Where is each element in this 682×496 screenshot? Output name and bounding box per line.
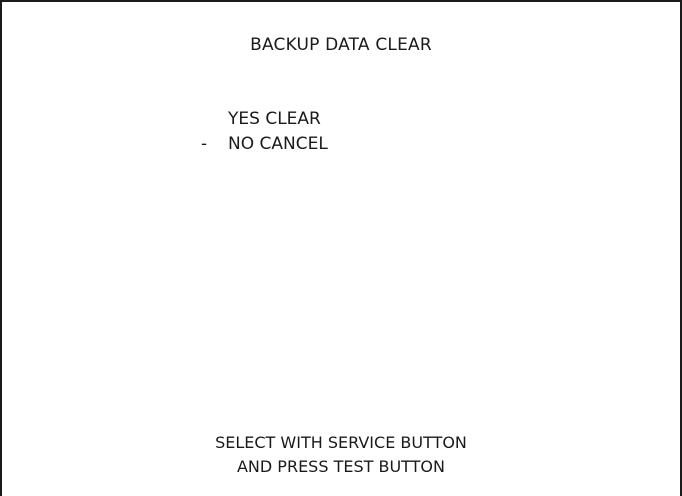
instruction-line: SELECT WITH SERVICE BUTTON (215, 433, 467, 452)
menu-option-no-cancel[interactable]: - NO CANCEL (201, 133, 328, 155)
service-menu-screen: BACKUP DATA CLEAR YES CLEAR - NO CANCEL S… (0, 0, 682, 496)
page-title: BACKUP DATA CLEAR (250, 35, 432, 55)
selection-cursor: - (201, 134, 208, 154)
menu-option-label: NO CANCEL (228, 134, 328, 154)
menu-option-label: YES CLEAR (228, 109, 321, 129)
menu-option-yes-clear[interactable]: YES CLEAR (201, 108, 321, 130)
instruction-line: AND PRESS TEST BUTTON (236, 457, 445, 476)
